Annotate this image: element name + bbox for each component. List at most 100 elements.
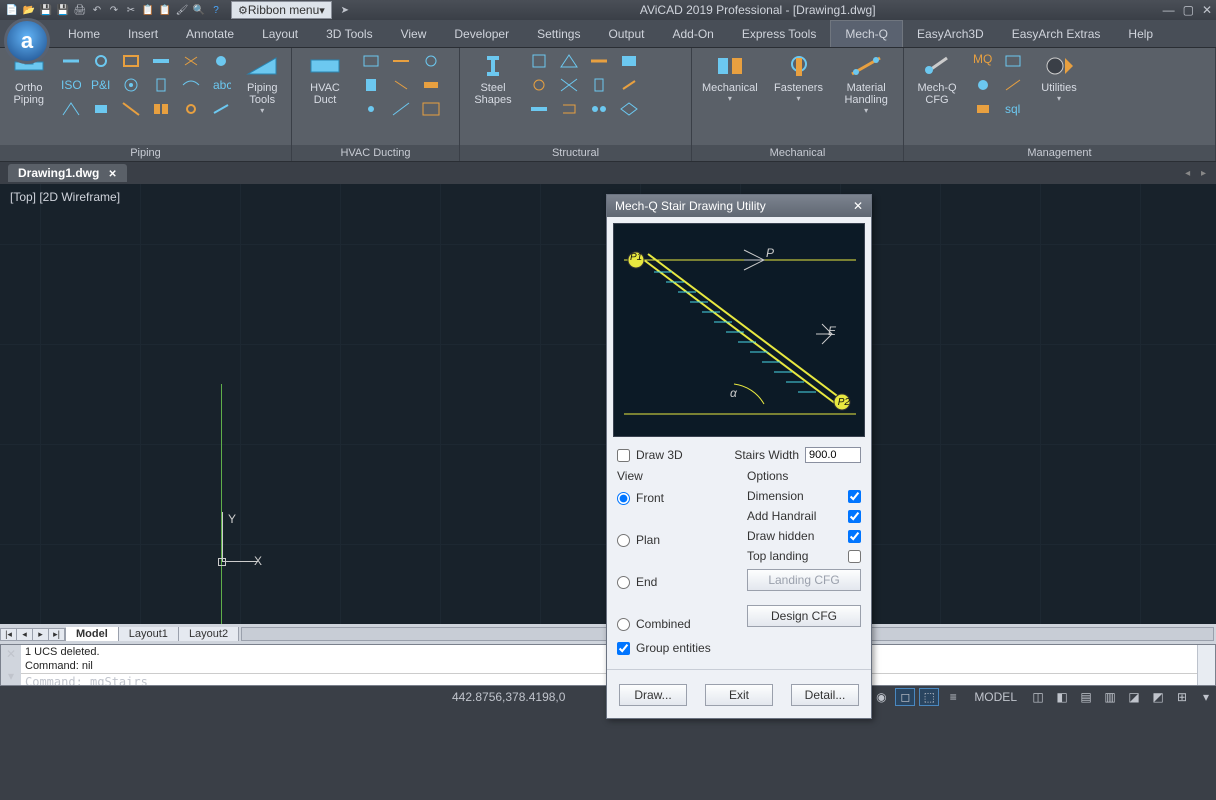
qat-help-icon[interactable]: ? <box>208 2 224 18</box>
qat-saveall-icon[interactable]: 💾 <box>55 2 71 18</box>
pipe-icon-16[interactable] <box>150 100 172 118</box>
fasteners-button[interactable]: Fasteners▾ <box>770 52 828 103</box>
detail-button[interactable]: Detail... <box>791 684 859 706</box>
menu-3dtools[interactable]: 3D Tools <box>312 20 386 47</box>
minimize-button[interactable]: — <box>1163 3 1175 17</box>
qat-new-icon[interactable]: 📄 <box>4 2 20 18</box>
pipe-icon-7[interactable] <box>60 100 82 118</box>
hvac-icon-2[interactable] <box>390 52 412 70</box>
qat-find-icon[interactable]: 🔍 <box>191 2 207 18</box>
pipe-icon-8[interactable] <box>90 100 112 118</box>
pipe-icon-3[interactable] <box>120 52 142 70</box>
struct-icon-2[interactable] <box>558 52 580 70</box>
opt-toplanding-checkbox[interactable] <box>848 550 861 563</box>
layout-nav-last[interactable]: ▸| <box>49 629 65 640</box>
sb-i6-icon[interactable]: ◩ <box>1148 688 1168 706</box>
group-entities-checkbox[interactable] <box>617 642 630 655</box>
layout-tab-layout2[interactable]: Layout2 <box>179 627 239 641</box>
qat-save-icon[interactable]: 💾 <box>38 2 54 18</box>
layout-tab-layout1[interactable]: Layout1 <box>119 627 179 641</box>
maximize-button[interactable]: ▢ <box>1183 3 1194 17</box>
view-plan-radio[interactable] <box>617 534 630 547</box>
pipe-icon-18[interactable] <box>210 100 232 118</box>
hvac-duct-button[interactable]: HVACDuct <box>298 52 352 106</box>
tab-close-icon[interactable]: ✕ <box>108 169 116 180</box>
stairs-width-input[interactable] <box>805 447 861 463</box>
menu-view[interactable]: View <box>387 20 441 47</box>
struct-icon-6[interactable] <box>558 76 580 94</box>
struct-icon-10[interactable] <box>558 100 580 118</box>
qat-paste-icon[interactable]: 📋 <box>157 2 173 18</box>
menu-insert[interactable]: Insert <box>114 20 172 47</box>
menu-developer[interactable]: Developer <box>440 20 523 47</box>
sb-i4-icon[interactable]: ▥ <box>1100 688 1120 706</box>
sb-i1-icon[interactable]: ◫ <box>1028 688 1048 706</box>
dialog-titlebar[interactable]: Mech-Q Stair Drawing Utility ✕ <box>607 195 871 217</box>
dialog-close-icon[interactable]: ✕ <box>853 199 863 213</box>
pipe-icon-10[interactable] <box>150 52 172 70</box>
steel-shapes-button[interactable]: SteelShapes <box>466 52 520 106</box>
menu-addon[interactable]: Add-On <box>658 20 727 47</box>
pipe-icon-14[interactable] <box>180 76 202 94</box>
material-handling-button[interactable]: MaterialHandling▾ <box>835 52 897 115</box>
document-tab[interactable]: Drawing1.dwg ✕ <box>8 164 127 182</box>
mgmt-icon-1[interactable]: MQ <box>972 52 994 70</box>
mgmt-icon-6[interactable]: sql <box>1002 100 1024 118</box>
menu-easyarch3d[interactable]: EasyArch3D <box>903 20 998 47</box>
menu-easyarch-extras[interactable]: EasyArch Extras <box>998 20 1115 47</box>
qat-brush-icon[interactable]: 🖌 <box>174 2 190 18</box>
pipe-icon-11[interactable] <box>180 52 202 70</box>
qat-copy-icon[interactable]: 📋 <box>140 2 156 18</box>
sb-i3-icon[interactable]: ▤ <box>1076 688 1096 706</box>
sb-model-label[interactable]: MODEL <box>967 688 1024 706</box>
layout-nav-prev[interactable]: ◂ <box>17 629 33 640</box>
opt-dimension-checkbox[interactable] <box>848 490 861 503</box>
hvac-icon-4[interactable] <box>360 76 382 94</box>
qat-undo-icon[interactable]: ↶ <box>89 2 105 18</box>
pipe-icon-17[interactable] <box>180 100 202 118</box>
qat-redo-icon[interactable]: ↷ <box>106 2 122 18</box>
close-button[interactable]: ✕ <box>1202 3 1212 17</box>
menu-mechq[interactable]: Mech-Q <box>830 20 903 47</box>
piping-tools-button[interactable]: PipingTools ▾ <box>240 52 286 115</box>
struct-icon-1[interactable] <box>528 52 550 70</box>
utilities-button[interactable]: Utilities▾ <box>1032 52 1086 103</box>
qat-arrow-icon[interactable]: ➤ <box>337 2 353 18</box>
cmdwin-handle[interactable]: ✕▾ <box>1 645 21 685</box>
pipe-icon-2[interactable] <box>90 52 112 70</box>
draw-button[interactable]: Draw... <box>619 684 687 706</box>
struct-icon-8[interactable] <box>618 76 640 94</box>
menu-annotate[interactable]: Annotate <box>172 20 248 47</box>
mgmt-icon-4[interactable] <box>1002 76 1024 94</box>
mechanical-button[interactable]: Mechanical▾ <box>698 52 762 103</box>
tab-nav-arrows[interactable]: ◂ ▸ <box>1185 168 1210 179</box>
qat-print-icon[interactable]: 🖨 <box>72 2 88 18</box>
menu-output[interactable]: Output <box>594 20 658 47</box>
struct-icon-5[interactable] <box>528 76 550 94</box>
design-cfg-button[interactable]: Design CFG <box>747 605 861 627</box>
qat-open-icon[interactable]: 📂 <box>21 2 37 18</box>
qat-cut-icon[interactable]: ✂ <box>123 2 139 18</box>
mechq-cfg-button[interactable]: Mech-QCFG <box>910 52 964 106</box>
pipe-icon-5[interactable]: P&ID <box>90 76 112 94</box>
sb-menu-icon[interactable]: ▾ <box>1196 688 1216 706</box>
pipe-icon-4[interactable]: ISO <box>60 76 82 94</box>
mgmt-icon-2[interactable] <box>1002 52 1024 70</box>
hvac-icon-7[interactable] <box>360 100 382 118</box>
pipe-icon-15[interactable]: abc <box>210 76 232 94</box>
mgmt-icon-5[interactable] <box>972 100 994 118</box>
menu-layout[interactable]: Layout <box>248 20 312 47</box>
struct-icon-9[interactable] <box>528 100 550 118</box>
hvac-icon-9[interactable] <box>420 100 442 118</box>
menu-help[interactable]: Help <box>1114 20 1167 47</box>
sb-polar-icon[interactable]: ◉ <box>871 688 891 706</box>
struct-icon-4[interactable] <box>618 52 640 70</box>
sb-i7-icon[interactable]: ⊞ <box>1172 688 1192 706</box>
sb-i5-icon[interactable]: ◪ <box>1124 688 1144 706</box>
mgmt-icon-3[interactable] <box>972 76 994 94</box>
struct-icon-7[interactable] <box>588 76 610 94</box>
view-end-radio[interactable] <box>617 576 630 589</box>
struct-icon-3[interactable] <box>588 52 610 70</box>
exit-button[interactable]: Exit <box>705 684 773 706</box>
layout-nav-first[interactable]: |◂ <box>1 629 17 640</box>
